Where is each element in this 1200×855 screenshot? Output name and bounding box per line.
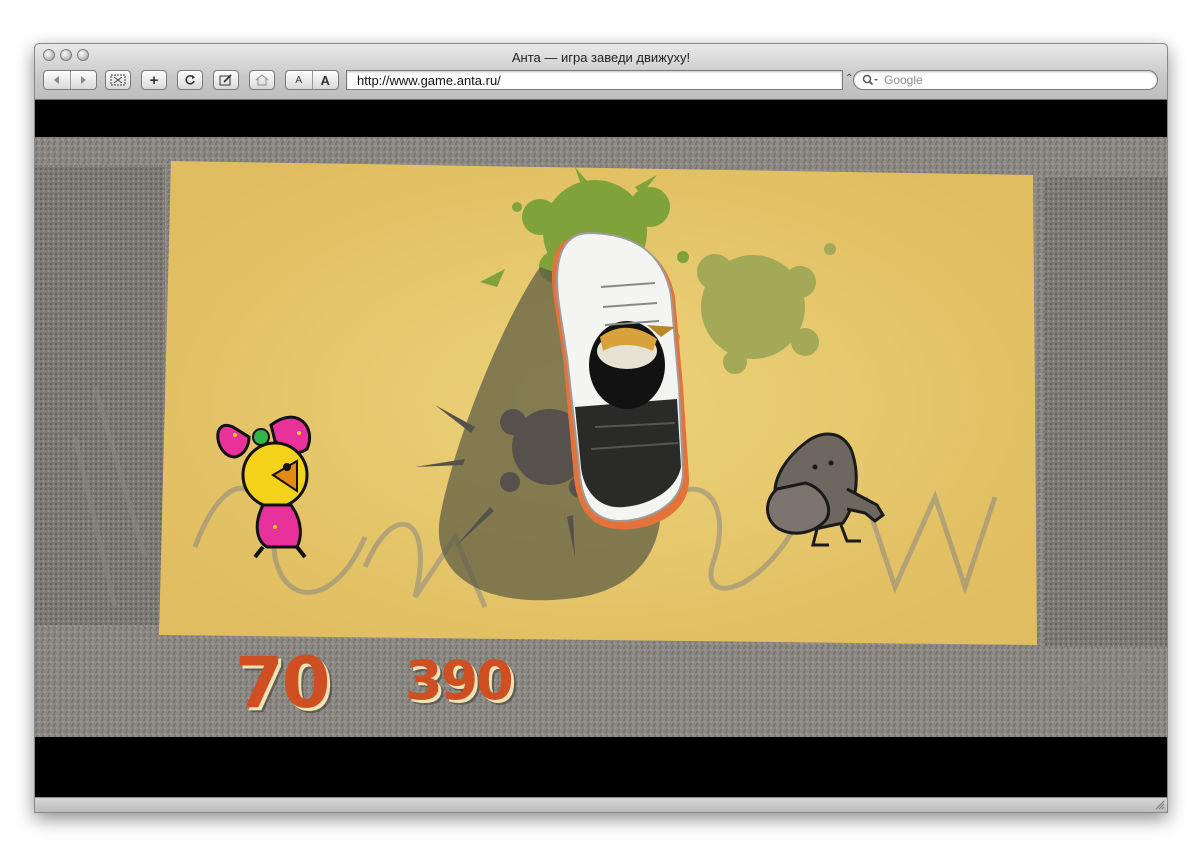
reload-icon: [185, 75, 195, 85]
search-placeholder: Google: [884, 72, 923, 87]
back-forward-control: [43, 70, 97, 90]
forward-button[interactable]: [69, 71, 97, 89]
web-clip-icon: [110, 74, 126, 86]
address-bar[interactable]: http://www.game.anta.ru/: [346, 70, 843, 90]
snippet-button[interactable]: [105, 70, 131, 90]
right-rough-wall: [1045, 177, 1167, 647]
text-size-control: A A: [285, 70, 339, 90]
home-icon: [255, 74, 269, 86]
forward-arrow-icon: [81, 76, 87, 84]
resize-grip-icon[interactable]: [1155, 800, 1165, 810]
report-bug-button[interactable]: [213, 70, 239, 90]
browser-toolbar: Анта — игра заведи движуху! + A A http:/…: [35, 44, 1167, 100]
page-content: 70 390: [35, 100, 1167, 798]
text-smaller-button[interactable]: A: [286, 71, 312, 89]
score-left: 70: [235, 642, 330, 724]
back-arrow-icon: [53, 76, 59, 84]
game-canvas[interactable]: 70 390: [35, 137, 1167, 737]
status-bar: [35, 797, 1167, 812]
score-right: 390: [405, 649, 514, 712]
pencil-icon: [219, 74, 232, 86]
reload-button[interactable]: [177, 70, 203, 90]
text-bigger-button[interactable]: A: [311, 71, 339, 89]
browser-window: Анта — игра заведи движуху! + A A http:/…: [34, 43, 1168, 813]
back-button[interactable]: [44, 71, 70, 89]
game-scene[interactable]: [35, 137, 1167, 737]
search-field[interactable]: Google: [853, 70, 1158, 90]
home-button[interactable]: [249, 70, 275, 90]
plus-icon: +: [149, 71, 159, 89]
add-bookmark-button[interactable]: +: [141, 70, 167, 90]
search-icon: [862, 74, 878, 86]
window-title: Анта — игра заведи движуху!: [511, 50, 691, 65]
